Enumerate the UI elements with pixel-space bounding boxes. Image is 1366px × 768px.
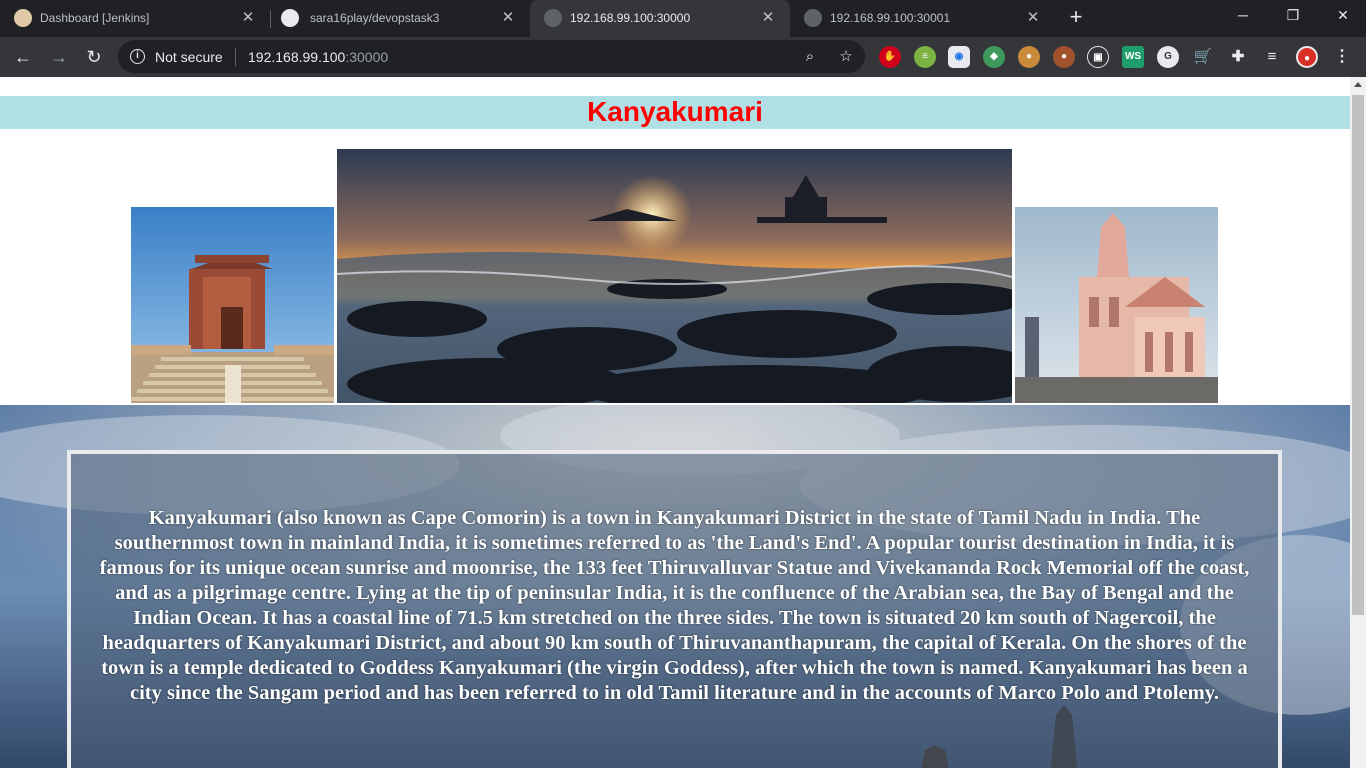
extensions-puzzle-icon[interactable]: ✚ <box>1227 46 1249 68</box>
translate-extension-icon[interactable]: ≡ <box>914 46 936 68</box>
zoom-search-icon[interactable]: ⌕ <box>800 47 820 67</box>
close-tab-icon[interactable]: ✕ <box>498 8 518 28</box>
ws-extension-icon[interactable]: WS <box>1122 46 1144 68</box>
reader-extension-icon[interactable]: ▣ <box>1087 46 1109 68</box>
description-box: Kanyakumari (also known as Cape Comorin)… <box>67 450 1282 768</box>
description-text: Kanyakumari (also known as Cape Comorin)… <box>99 507 1250 704</box>
address-bar[interactable]: i Not secure 192.168.99.100:30000 ⌕ ☆ <box>118 40 865 73</box>
close-tab-icon[interactable]: ✕ <box>238 8 258 28</box>
grammar-extension-icon[interactable]: G <box>1157 46 1179 68</box>
tab-title: 192.168.99.100:30001 <box>830 11 951 25</box>
cookie-extension-icon[interactable]: ● <box>1018 46 1040 68</box>
menu-kebab-icon[interactable]: ⋮ <box>1331 46 1353 68</box>
back-button[interactable]: ← <box>11 45 35 69</box>
tab-jenkins[interactable]: Dashboard [Jenkins] ✕ <box>0 0 270 37</box>
scroll-thumb[interactable] <box>1352 95 1364 615</box>
page-scrollbar[interactable] <box>1350 77 1366 768</box>
cookie-editor-extension-icon[interactable]: ● <box>1053 46 1075 68</box>
security-label[interactable]: Not secure <box>155 49 223 65</box>
memorial-steps-photo <box>131 207 334 403</box>
url-host: 192.168.99.100 <box>248 49 346 65</box>
restore-button[interactable]: ❐ <box>1270 0 1316 32</box>
url-port: :30000 <box>345 49 389 65</box>
info-icon[interactable]: i <box>130 49 145 64</box>
close-tab-icon[interactable]: ✕ <box>758 8 778 28</box>
minimize-button[interactable]: ─ <box>1220 0 1266 32</box>
screenshot-extension-icon[interactable]: ◉ <box>948 46 970 68</box>
tab-title: sara16play/devopstask3 <box>310 11 440 25</box>
title-banner: Kanyakumari <box>0 96 1350 129</box>
browser-toolbar: ← → ↻ i Not secure 192.168.99.100:30000 … <box>0 37 1366 77</box>
globe-icon <box>544 9 562 27</box>
bookmark-star-icon[interactable]: ☆ <box>836 47 856 67</box>
profile-avatar-icon[interactable]: ● <box>1296 46 1318 68</box>
new-tab-button[interactable]: + <box>1064 6 1088 30</box>
github-icon <box>281 9 299 27</box>
tab-title: 192.168.99.100:30000 <box>570 11 691 25</box>
globe-icon <box>804 9 822 27</box>
close-window-button[interactable]: ✕ <box>1320 0 1366 32</box>
tab-active-site[interactable]: 192.168.99.100:30000 ✕ <box>530 0 790 37</box>
sunrise-rock-memorial-photo <box>337 149 1012 403</box>
media-queue-icon[interactable]: ≡ <box>1261 46 1283 68</box>
temple-photo <box>1015 207 1218 403</box>
tab-github[interactable]: sara16play/devopstask3 ✕ <box>270 0 530 37</box>
forward-button[interactable]: → <box>47 45 71 69</box>
cart-extension-icon[interactable]: 🛒 <box>1192 46 1214 68</box>
reload-button[interactable]: ↻ <box>82 45 106 69</box>
adblock-extension-icon[interactable]: ✋ <box>879 46 901 68</box>
page-viewport: Kanyakumari Kanyakumari (also known as C… <box>0 77 1350 768</box>
tab-title: Dashboard [Jenkins] <box>40 11 150 25</box>
description-section: Kanyakumari (also known as Cape Comorin)… <box>0 405 1350 768</box>
page-title: Kanyakumari <box>587 96 763 127</box>
colorful-extension-icon[interactable]: ◆ <box>983 46 1005 68</box>
url-text[interactable]: 192.168.99.100:30000 <box>248 49 388 65</box>
tab-strip: Dashboard [Jenkins] ✕ sara16play/devopst… <box>0 0 1366 37</box>
tab-other-site[interactable]: 192.168.99.100:30001 ✕ <box>790 0 1055 37</box>
jenkins-icon <box>14 9 32 27</box>
address-divider <box>235 48 236 66</box>
scroll-up-arrow-icon[interactable] <box>1354 82 1362 87</box>
close-tab-icon[interactable]: ✕ <box>1023 8 1043 28</box>
